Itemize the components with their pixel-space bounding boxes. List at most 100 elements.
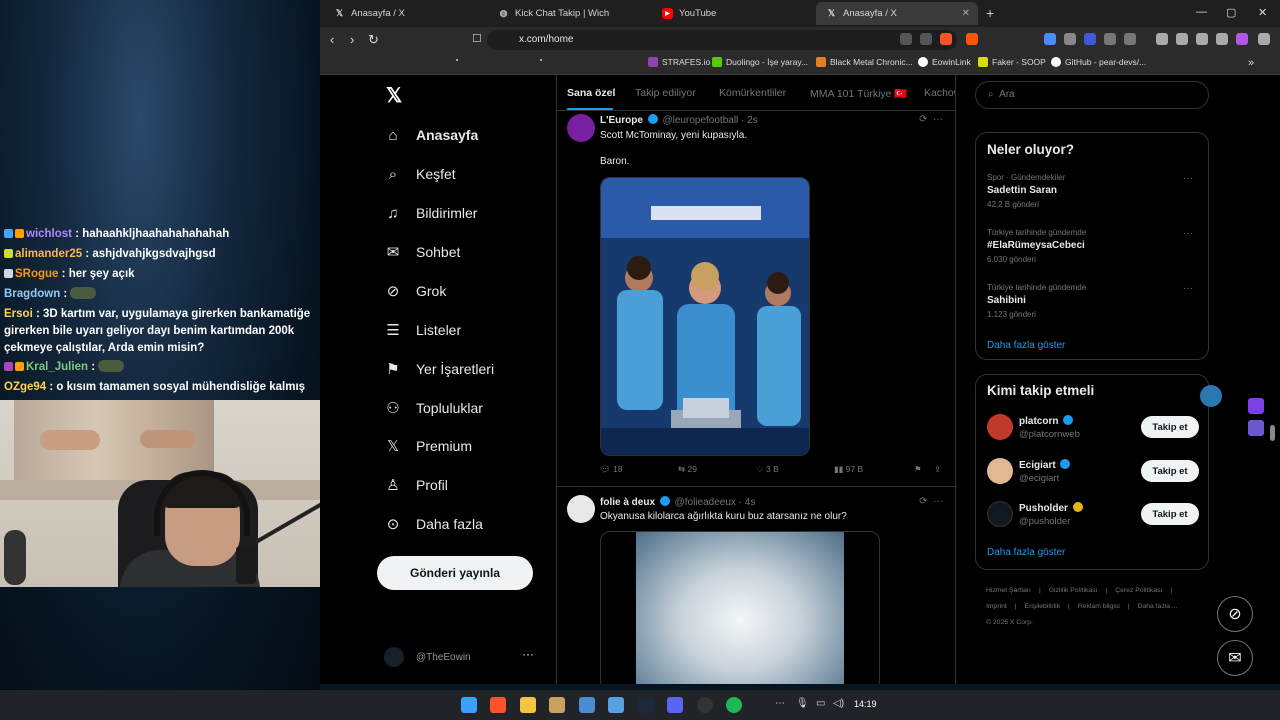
tweet-time[interactable]: · 4s [739, 497, 756, 508]
avatar[interactable] [567, 495, 595, 523]
reload-icon[interactable]: ↻ [368, 32, 379, 48]
footer-link[interactable]: Çerez Politikası [1115, 587, 1162, 594]
spotify-icon[interactable] [726, 697, 742, 713]
grok-fab-icon[interactable]: ⊘ [1217, 596, 1253, 632]
nav-profile[interactable]: ♙ Profil [384, 476, 448, 494]
menu-icon[interactable] [1258, 33, 1270, 45]
messages-fab-icon[interactable]: ✉ [1217, 640, 1253, 676]
share-icon[interactable] [920, 33, 932, 45]
retweet-button[interactable]: ⇆ 29 [678, 464, 697, 475]
microphone-icon[interactable]: 🎙︎ [796, 698, 809, 709]
network-icon[interactable]: ▭ [816, 698, 825, 709]
author-name[interactable]: L'Europe [600, 115, 643, 126]
tab-komurkentliler[interactable]: Kömürkentliler [719, 87, 786, 99]
bookmark-icon[interactable]: ⚑ [914, 464, 922, 475]
back-icon[interactable]: ‹ [330, 32, 334, 47]
tab-youtube[interactable]: ▶ YouTube [652, 2, 816, 25]
tweet-video[interactable] [600, 531, 880, 684]
scrollbar-thumb[interactable] [1270, 425, 1275, 441]
nav-explore[interactable]: ⌕ Keşfet [384, 165, 456, 183]
views-button[interactable]: ▮▮ 97 B [834, 464, 863, 475]
app-icon[interactable] [579, 697, 595, 713]
tweet[interactable]: folie à deux @folieadeeux · 4s ⟳ ··· Oky… [557, 488, 957, 684]
footer-link[interactable]: Imprint [986, 603, 1007, 610]
forward-icon[interactable]: › [350, 32, 354, 47]
discord-icon[interactable] [667, 697, 683, 713]
extension-icon[interactable] [1044, 33, 1056, 45]
follow-button[interactable]: Takip et [1141, 460, 1199, 482]
nav-messages[interactable]: ✉ Sohbet [384, 243, 461, 261]
follow-suggestion[interactable]: platcorn @platcornweb Takip et [987, 414, 1199, 442]
avatar[interactable] [987, 501, 1013, 527]
leo-icon[interactable] [1236, 33, 1248, 45]
grok-more-menu[interactable]: ⟳ ··· [919, 496, 943, 507]
avatar[interactable] [987, 414, 1013, 440]
nav-bookmarks[interactable]: ⚑ Yer İşaretleri [384, 360, 494, 378]
url-field[interactable]: x.com/home [487, 30, 957, 50]
tweet[interactable]: L'Europe @leuropefootball · 2s ⟳ ··· Sco… [557, 112, 957, 487]
nav-home[interactable]: ⌂ Anasayfa [384, 126, 478, 144]
bookmark-duolingo[interactable]: Duolingo - İşe yaray... [712, 57, 808, 67]
maximize-icon[interactable]: ▢ [1226, 6, 1236, 19]
sidebar-toggle-icon[interactable] [1156, 33, 1168, 45]
bookmark-favicon[interactable] [456, 59, 458, 61]
bookmark-github[interactable]: GitHub - pear-devs/... [1051, 57, 1146, 67]
bookmark-black-metal[interactable]: Black Metal Chronic... [816, 57, 913, 67]
cast-icon[interactable] [900, 33, 912, 45]
tab-kachow[interactable]: Kachow [924, 87, 955, 99]
new-tab-button[interactable]: + [986, 5, 994, 21]
nav-lists[interactable]: ☰ Listeler [384, 321, 461, 339]
tweet-time[interactable]: · 2s [741, 115, 758, 126]
trend-item[interactable]: Spor · Gündemdekiler Sadettin Saran 42,2… [987, 173, 1197, 209]
file-explorer-icon[interactable] [520, 697, 536, 713]
brave-rewards-icon[interactable] [966, 33, 978, 45]
author-handle[interactable]: @folieadeeux [675, 497, 736, 508]
footer-link[interactable]: Daha fazla ... [1138, 603, 1178, 610]
more-dots-icon[interactable]: ··· [1183, 228, 1193, 239]
grok-more-menu[interactable]: ⟳ ··· [919, 114, 943, 125]
follow-suggestion[interactable]: Ecigiart @ecigiart Takip et [987, 458, 1199, 486]
follow-button[interactable]: Takip et [1141, 503, 1199, 525]
tab-kick-chat[interactable]: ◍ Kick Chat Takip | Wich [488, 2, 652, 25]
footer-link[interactable]: Erişilebilirlik [1025, 603, 1061, 610]
brave-shield-icon[interactable] [940, 33, 952, 45]
tab-mma-101[interactable]: MMA 101 Türkiye 🇹🇷 [810, 87, 908, 100]
follow-button[interactable]: Takip et [1141, 416, 1199, 438]
volume-icon[interactable]: ◁) [833, 698, 844, 709]
extension-icon[interactable] [1084, 33, 1096, 45]
wallet-icon[interactable] [1176, 33, 1188, 45]
bookmarks-overflow-icon[interactable]: » [1248, 57, 1254, 69]
nav-grok[interactable]: ⊘ Grok [384, 282, 447, 300]
more-dots-icon[interactable]: ··· [1183, 283, 1193, 294]
bookmark-faker-soop[interactable]: Faker - SOOP [978, 57, 1046, 67]
author-name[interactable]: folie à deux [600, 497, 655, 508]
sidebar-extension-icon[interactable] [1248, 420, 1264, 436]
obs-icon[interactable] [697, 697, 713, 713]
trend-item[interactable]: Türkiye tarihinde gündemde Sahibini 1.12… [987, 283, 1197, 319]
app-icon[interactable] [608, 697, 624, 713]
app-icon[interactable] [549, 697, 565, 713]
nav-more[interactable]: ⊙ Daha fazla [384, 515, 483, 533]
close-window-icon[interactable]: ✕ [1258, 6, 1267, 19]
footer-link[interactable]: Gizlilik Politikası [1049, 587, 1098, 594]
bookmark-favicon[interactable] [540, 59, 542, 61]
steam-icon[interactable] [638, 697, 654, 713]
footer-link[interactable]: Hizmet Şartları [986, 587, 1031, 594]
start-icon[interactable] [461, 697, 477, 713]
tab-x-home-active[interactable]: 𝕏 Anasayfa / X ✕ [816, 2, 978, 25]
show-more-follows-link[interactable]: Daha fazla göster [987, 547, 1065, 558]
clock[interactable]: 14:19 [854, 699, 877, 709]
account-switcher[interactable]: @TheEowin ··· [384, 647, 544, 667]
sidebar-extension-icon[interactable] [1248, 398, 1264, 414]
more-dots-icon[interactable]: ··· [1183, 173, 1193, 184]
tweet-photo[interactable] [600, 177, 810, 456]
nav-notifications[interactable]: ♫ Bildirimler [384, 204, 477, 222]
tray-overflow-icon[interactable]: ⋯ [775, 698, 785, 709]
nav-communities[interactable]: ⚇ Topluluklar [384, 399, 483, 417]
extension-icon[interactable] [1104, 33, 1116, 45]
bookmark-page-icon[interactable]: ☐ [472, 32, 482, 45]
extension-icon[interactable] [1124, 33, 1136, 45]
avatar[interactable] [987, 458, 1013, 484]
close-tab-icon[interactable]: ✕ [962, 8, 970, 19]
tab-for-you[interactable]: Sana özel [567, 87, 615, 99]
